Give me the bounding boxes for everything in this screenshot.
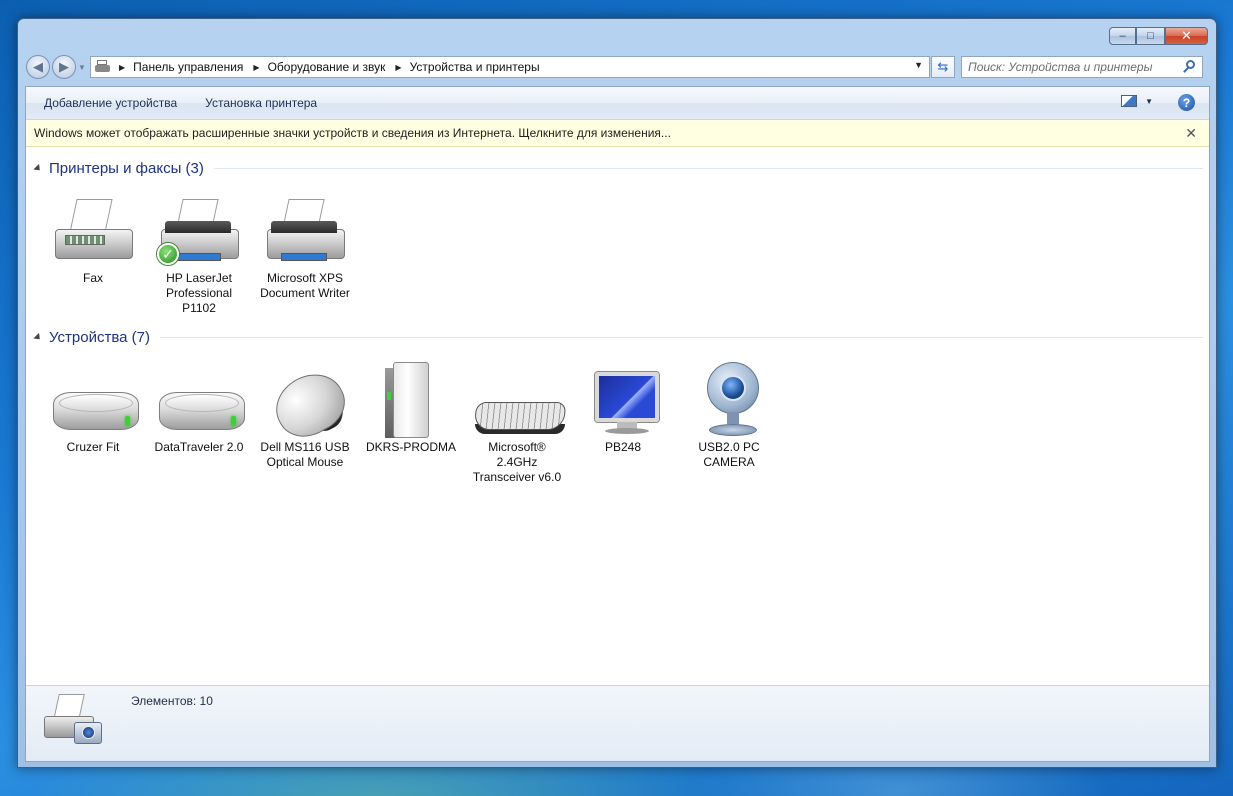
info-bar-text[interactable]: Windows может отображать расширенные зна… (34, 126, 671, 140)
group-divider (159, 336, 1203, 338)
device-item-dkrs-prodma[interactable]: DKRS-PRODMA (358, 362, 464, 485)
add-printer-button[interactable]: Установка принтера (197, 92, 325, 114)
group-header-printers[interactable]: Принтеры и факсы (3) (26, 157, 1209, 179)
refresh-icon: ⇆ (937, 59, 949, 74)
info-bar[interactable]: Windows может отображать расширенные зна… (26, 120, 1209, 147)
maximize-button[interactable]: □ (1136, 27, 1165, 45)
device-label: USB2.0 PC CAMERA (698, 440, 760, 469)
device-item-datatraveler[interactable]: DataTraveler 2.0 (146, 362, 252, 485)
device-label: Microsoft XPS Document Writer (260, 271, 350, 300)
device-item-xps-writer[interactable]: Microsoft XPS Document Writer (252, 193, 358, 316)
device-item-dell-mouse[interactable]: Dell MS116 USB Optical Mouse (252, 362, 358, 485)
device-label: Dell MS116 USB Optical Mouse (260, 440, 350, 469)
device-label: HP LaserJet Professional P1102 (165, 271, 233, 315)
recent-pages-dropdown[interactable]: ▼ (77, 63, 87, 72)
device-item-transceiver[interactable]: Microsoft® 2.4GHz Transceiver v6.0 (464, 362, 570, 485)
device-label: Fax (82, 271, 103, 285)
search-icon[interactable] (1182, 60, 1196, 74)
device-item-usb-camera[interactable]: USB2.0 PC CAMERA (676, 362, 782, 485)
device-item-pb248[interactable]: PB248 (570, 362, 676, 485)
mouse-icon (257, 362, 355, 448)
help-icon[interactable]: ? (1178, 94, 1195, 111)
details-pane: Элементов: 10 (26, 685, 1209, 761)
device-label: DataTraveler 2.0 (154, 440, 244, 454)
usb-drive-icon (45, 362, 141, 438)
fax-icon (45, 193, 141, 269)
address-history-dropdown[interactable]: ▼ (914, 60, 923, 70)
explorer-window: – □ ✕ ◀ ▶ ▼ ▶ Панель управления ▶ Оборуд… (17, 18, 1217, 768)
device-label: Microsoft® 2.4GHz Transceiver v6.0 (472, 440, 562, 484)
change-view-button[interactable]: ▼ (1121, 95, 1153, 107)
default-check-icon: ✓ (157, 243, 179, 265)
back-button[interactable]: ◀ (26, 55, 50, 79)
caption-buttons: – □ ✕ (1109, 27, 1208, 45)
command-bar: Добавление устройства Установка принтера… (26, 87, 1209, 120)
address-bar[interactable]: ▶ Панель управления ▶ Оборудование и зву… (90, 56, 930, 78)
breadcrumb: ▶ Панель управления ▶ Оборудование и зву… (117, 60, 540, 74)
printer-icon: ✓ (151, 193, 247, 269)
computer-tower-icon (363, 362, 459, 438)
breadcrumb-hardware-sound[interactable]: Оборудование и звук (268, 60, 386, 74)
devices-printers-icon (44, 692, 108, 752)
device-item-fax[interactable]: Fax (40, 193, 146, 316)
search-box[interactable] (961, 56, 1203, 78)
monitor-icon (575, 362, 671, 438)
navigation-bar: ◀ ▶ ▼ ▶ Панель управления ▶ Оборудование… (26, 54, 1208, 80)
content-pane: Добавление устройства Установка принтера… (25, 86, 1210, 762)
search-input[interactable] (968, 60, 1168, 74)
printers-list: Fax ✓ HP LaserJet Professional P1102 Mic… (26, 193, 1209, 316)
forward-button[interactable]: ▶ (52, 55, 76, 79)
keyboard-icon (469, 362, 567, 438)
minimize-button[interactable]: – (1109, 27, 1136, 45)
close-icon[interactable]: ✕ (1185, 125, 1197, 142)
breadcrumb-separator[interactable]: ▶ (395, 63, 401, 72)
device-item-cruzer-fit[interactable]: Cruzer Fit (40, 362, 146, 485)
webcam-icon (681, 362, 777, 438)
device-label: Cruzer Fit (66, 440, 120, 454)
devices-list: Cruzer Fit DataTraveler 2.0 Dell MS116 U… (26, 362, 1209, 485)
devices-printers-icon (95, 60, 111, 74)
breadcrumb-control-panel[interactable]: Панель управления (133, 60, 243, 74)
item-count: Элементов: 10 (131, 694, 213, 708)
breadcrumb-devices-printers[interactable]: Устройства и принтеры (410, 60, 540, 74)
close-button[interactable]: ✕ (1165, 27, 1208, 45)
printer-icon (257, 193, 353, 269)
group-header-devices[interactable]: Устройства (7) (26, 326, 1209, 348)
add-device-button[interactable]: Добавление устройства (36, 92, 185, 114)
group-title: Принтеры и факсы (3) (49, 159, 204, 177)
group-title: Устройства (7) (49, 328, 150, 346)
usb-drive-icon (151, 362, 247, 438)
collapse-triangle-icon[interactable] (33, 332, 43, 342)
refresh-button[interactable]: ⇆ (931, 56, 955, 78)
device-label: PB248 (604, 440, 642, 454)
view-icon (1121, 95, 1138, 107)
device-label: DKRS-PRODMA (365, 440, 456, 454)
device-item-hp-laserjet[interactable]: ✓ HP LaserJet Professional P1102 (146, 193, 252, 316)
breadcrumb-separator[interactable]: ▶ (119, 63, 125, 72)
chevron-down-icon: ▼ (1145, 96, 1153, 106)
breadcrumb-separator[interactable]: ▶ (253, 63, 259, 72)
group-divider (213, 167, 1203, 169)
collapse-triangle-icon[interactable] (33, 163, 43, 173)
